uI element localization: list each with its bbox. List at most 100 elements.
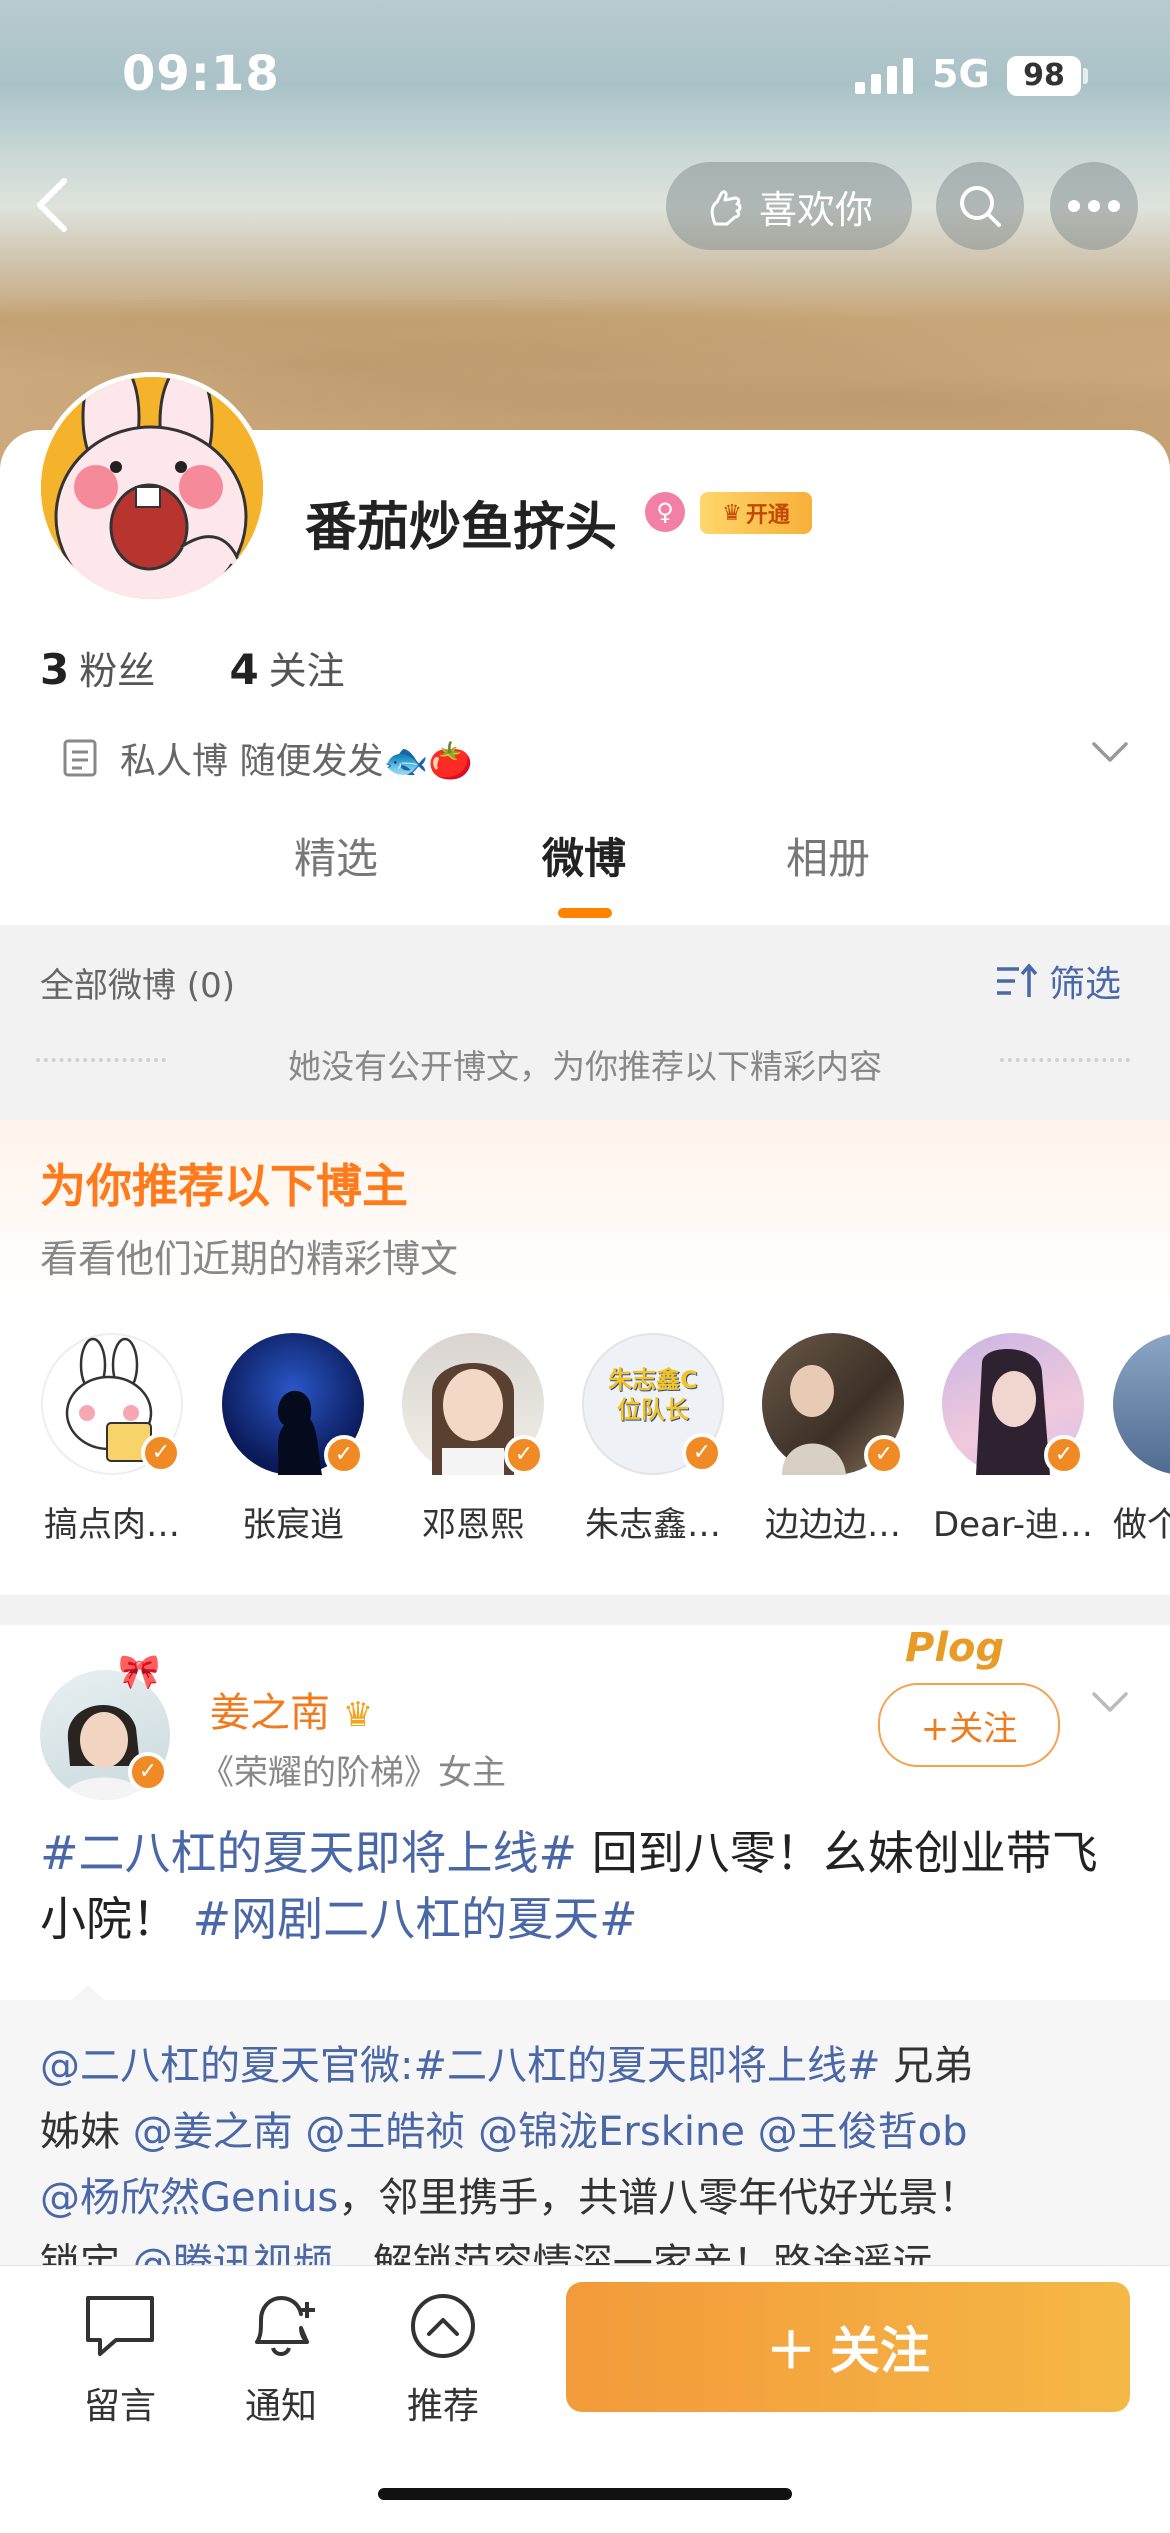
user-name: 邓恩熙 (422, 1505, 524, 1545)
verified-badge: ✓ (682, 1433, 722, 1473)
hand-heart-icon (710, 190, 742, 226)
profile-name: 番茄炒鱼挤头 (305, 498, 618, 558)
following-count: 4 (229, 645, 259, 694)
verified-badge: ✓ (864, 1435, 904, 1475)
comment-button[interactable]: 留言 (60, 2290, 180, 2429)
like-you-label: 喜欢你 (758, 187, 873, 232)
notify-button[interactable]: 通知 (221, 2290, 341, 2429)
back-button[interactable] (28, 175, 78, 235)
section-separator (0, 1595, 1170, 1625)
crown-icon: ♛ (342, 1695, 374, 1735)
recommend-title: 为你推荐以下博主 (40, 1159, 408, 1213)
tab-album[interactable]: 相册 (786, 825, 870, 886)
profile-avatar[interactable] (36, 372, 268, 604)
repost-box[interactable]: @二八杠的夏天官微:#二八杠的夏天即将上线# 兄弟 姊妹 @姜之南 @王皓祯 @… (0, 2000, 1170, 2270)
chevron-down-icon (1092, 742, 1128, 762)
post-follow-button[interactable]: +关注 (878, 1683, 1060, 1767)
document-icon (63, 739, 97, 777)
user-name: 朱志鑫… (585, 1505, 721, 1545)
repost-body: ，邻里携手，共谱八零年代好光景！ (338, 2175, 979, 2221)
repost-mention[interactable]: @杨欣然Genius (40, 2175, 338, 2221)
vip-open-tag[interactable]: ♛ 开通 (700, 492, 812, 534)
home-indicator (378, 2488, 792, 2500)
recommend-label: 推荐 (406, 2386, 479, 2427)
status-time: 09:18 (122, 46, 280, 102)
vip-open-label: 开通 (745, 503, 790, 528)
bell-plus-icon (255, 2296, 315, 2356)
repost-body: 兄弟 (880, 2043, 974, 2089)
more-button[interactable] (1050, 162, 1138, 250)
repost-mentions[interactable]: @姜之南 @王皓祯 @锦泷Erskine @王俊哲ob (133, 2109, 968, 2155)
user-name: Dear-迪… (933, 1505, 1093, 1545)
notify-label: 通知 (244, 2386, 317, 2427)
user-name: 边边边… (765, 1505, 901, 1545)
post-author-name[interactable]: 姜之南 ♛ (210, 1680, 373, 1738)
filter-label: 筛选 (1049, 964, 1122, 1005)
battery-tip (1083, 68, 1088, 84)
comment-label: 留言 (83, 2386, 156, 2427)
repost-link[interactable]: @二八杠的夏天官微:#二八杠的夏天即将上线# (40, 2043, 881, 2089)
recommended-user[interactable]: ✓ 边边边… (753, 1333, 913, 1546)
follow-label: 关注 (830, 2322, 930, 2380)
user-avatar: ✓ (41, 1333, 183, 1475)
decoration-icon: 🎀 (118, 1652, 161, 1692)
user-avatar: ✓ (222, 1333, 364, 1475)
like-you-button[interactable]: 喜欢你 (666, 162, 912, 250)
female-icon: ♀ (645, 492, 685, 532)
expand-chevron[interactable] (1090, 740, 1130, 768)
avatar-caption: 朱志鑫C位队长 (608, 1366, 698, 1424)
fans-count: 3 (40, 645, 70, 694)
signal-icon (855, 58, 915, 94)
recommended-user[interactable]: ✓ Dear-迪… (933, 1333, 1093, 1546)
verified-badge: ✓ (1044, 1435, 1084, 1475)
chevron-down-icon (1092, 1692, 1128, 1712)
search-icon (960, 186, 1001, 227)
post-text[interactable]: #二八杠的夏天即将上线# 回到八零！幺妹创业带飞小院！ #网剧二八杠的夏天# (40, 1820, 1130, 1952)
all-weibo-label[interactable]: 全部微博 (0) (40, 958, 235, 1007)
chevron-up-circle-icon (411, 2294, 475, 2358)
repost-notch (70, 1985, 106, 2001)
filter-button[interactable]: 筛选 (995, 955, 1121, 1007)
repost-body: 姊妹 (40, 2109, 133, 2155)
user-name: 搞点肉… (44, 1505, 180, 1545)
chevron-left-icon (37, 178, 67, 232)
recommended-user[interactable]: ✓ 张宸逍 (213, 1333, 373, 1546)
profile-bio[interactable]: 私人博 随便发发🐟🍅 (62, 732, 473, 784)
verified-badge: ✓ (324, 1435, 364, 1475)
recommended-user[interactable]: ✓ 邓恩熙 (393, 1333, 553, 1546)
network-type: 5G (932, 52, 990, 96)
hashtag[interactable]: #网剧二八杠的夏天# (193, 1892, 638, 1946)
tab-featured[interactable]: 精选 (294, 825, 378, 886)
recommended-user[interactable]: 朱志鑫C位队长 ✓ 朱志鑫… (573, 1333, 733, 1546)
recommend-button[interactable]: 推荐 (383, 2290, 503, 2429)
crown-icon: ♛ (722, 500, 742, 526)
active-tab-indicator (558, 908, 612, 918)
user-avatar: ✓ (942, 1333, 1084, 1475)
verified-badge: ✓ (141, 1433, 181, 1473)
recommend-subtitle: 看看他们近期的精彩博文 (40, 1237, 459, 1281)
following-stat[interactable]: 4 关注 (229, 645, 345, 694)
follow-button[interactable]: ＋ 关注 (566, 2282, 1130, 2412)
filter-sort-icon (997, 963, 1038, 997)
profile-stats: 3 粉丝 4 关注 (40, 640, 345, 695)
fans-label: 粉丝 (79, 649, 156, 693)
plog-label: Plog (905, 1625, 1005, 1671)
verified-badge: ✓ (128, 1752, 168, 1792)
search-button[interactable] (936, 162, 1024, 250)
rabbit-avatar-image (41, 377, 263, 599)
fans-stat[interactable]: 3 粉丝 (40, 645, 156, 694)
user-avatar: ✓ (402, 1333, 544, 1475)
user-name: 做个 (1113, 1505, 1170, 1545)
plus-icon: ＋ (766, 2322, 816, 2380)
post-author-desc: 《荣耀的阶梯》女主 (200, 1753, 506, 1793)
author-name-text: 姜之南 (210, 1690, 330, 1736)
tab-weibo[interactable]: 微博 (542, 825, 626, 886)
hashtag[interactable]: #二八杠的夏天即将上线# (40, 1826, 577, 1880)
battery-icon: 98 (1007, 56, 1081, 96)
user-avatar: ✓ (762, 1333, 904, 1475)
user-avatar: 朱志鑫C位队长 ✓ (582, 1333, 724, 1475)
recommended-user[interactable]: 做个 (1113, 1333, 1170, 1546)
post-more-chevron[interactable] (1090, 1690, 1130, 1718)
recommended-user[interactable]: ✓ 搞点肉… (32, 1333, 192, 1546)
following-label: 关注 (268, 649, 345, 693)
